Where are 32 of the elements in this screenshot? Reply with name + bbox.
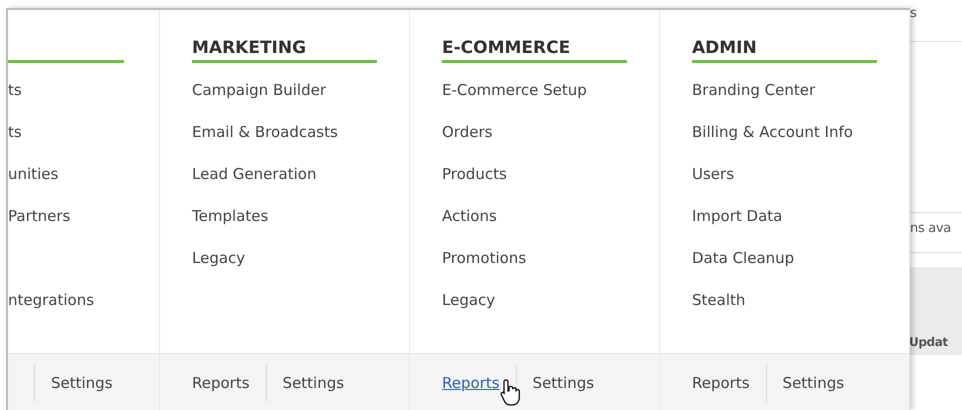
menu-link[interactable]: Stealth (692, 287, 746, 313)
footer-link[interactable]: Reports (692, 374, 766, 392)
menu-link[interactable]: Import Data (692, 203, 782, 229)
menu-heading: MARKETING (192, 38, 306, 58)
menu-heading: E-COMMERCE (442, 38, 570, 58)
menu-link[interactable]: Legacy (442, 287, 496, 313)
menu-link[interactable]: Orders (442, 119, 492, 145)
column-header: Updat (908, 335, 948, 351)
menu-link[interactable]: ntegrations (8, 287, 94, 313)
footer-link[interactable]: Settings (35, 374, 129, 392)
hand-cursor-icon (500, 378, 522, 406)
menu-link[interactable]: Data Cleanup (692, 245, 794, 271)
menu-link[interactable]: Campaign Builder (192, 77, 326, 103)
menu-link[interactable]: Users (692, 161, 734, 187)
footer-link[interactable]: Reports (192, 374, 266, 392)
footer-link[interactable]: Settings (766, 374, 860, 392)
footer-link[interactable]: Settings (266, 374, 360, 392)
menu-link[interactable]: ts (8, 119, 22, 145)
menu-link[interactable]: E-Commerce Setup (442, 77, 587, 103)
menu-link[interactable]: Branding Center (692, 77, 816, 103)
menu-link[interactable]: Templates (192, 203, 268, 229)
menu-link[interactable]: Billing & Account Info (692, 119, 853, 145)
menu-link[interactable]: Promotions (442, 245, 526, 271)
menu-link[interactable]: Legacy (192, 245, 246, 271)
menu-link[interactable]: Partners (8, 203, 70, 229)
menu-link[interactable]: ts (8, 77, 22, 103)
menu-link[interactable]: Lead Generation (192, 161, 316, 187)
menu-link[interactable]: unities (8, 161, 58, 187)
menu-link[interactable]: Email & Broadcasts (192, 119, 338, 145)
menu-heading: ADMIN (692, 38, 757, 58)
menu-link[interactable]: Products (442, 161, 507, 187)
menu-link[interactable]: Actions (442, 203, 497, 229)
